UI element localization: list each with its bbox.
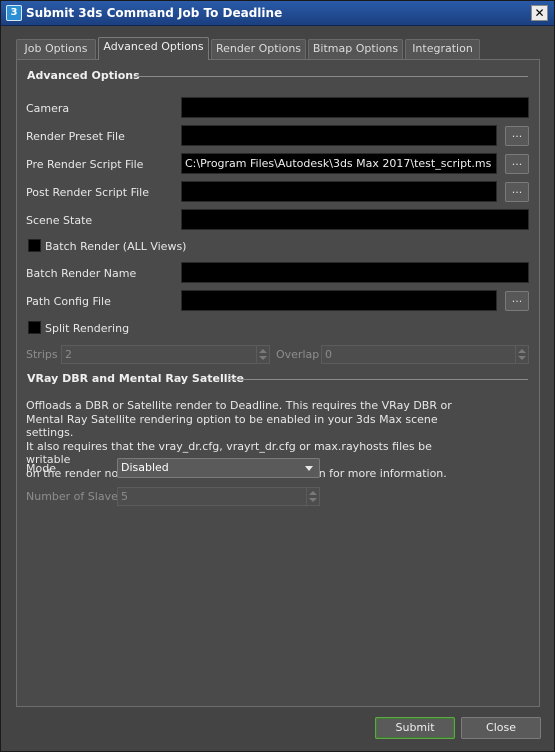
- overlap-spinbox[interactable]: 0: [321, 345, 529, 364]
- pre-render-script-label: Pre Render Script File: [26, 158, 144, 171]
- batch-render-name-field[interactable]: [181, 262, 529, 283]
- overlap-label: Overlap: [276, 348, 320, 361]
- render-preset-field[interactable]: [181, 125, 497, 146]
- scene-state-field[interactable]: [181, 209, 529, 230]
- spin-up-icon: [309, 491, 317, 495]
- tab-render-options[interactable]: Render Options: [211, 39, 306, 59]
- close-button[interactable]: Close: [461, 717, 541, 739]
- post-render-script-label: Post Render Script File: [26, 186, 149, 199]
- strips-value: 2: [65, 348, 72, 361]
- split-rendering-label: Split Rendering: [45, 322, 130, 335]
- render-preset-browse-button[interactable]: ...: [505, 126, 529, 146]
- group-divider: [229, 379, 528, 380]
- pre-render-script-field[interactable]: C:\Program Files\Autodesk\3ds Max 2017\t…: [181, 153, 497, 174]
- window-close-button[interactable]: ✕: [531, 5, 548, 21]
- camera-label: Camera: [26, 102, 70, 115]
- batch-render-name-label: Batch Render Name: [26, 267, 137, 280]
- tab-job-options[interactable]: Job Options: [16, 39, 96, 59]
- spin-down-icon: [259, 356, 267, 360]
- spin-up-icon: [518, 349, 526, 353]
- strips-spinbox[interactable]: 2: [61, 345, 270, 364]
- deadline-submit-window: 3 Submit 3ds Command Job To Deadline ✕ J…: [0, 0, 555, 752]
- description-line: Offloads a DBR or Satellite render to De…: [26, 399, 452, 412]
- 3ds-max-app-icon: 3: [6, 5, 22, 21]
- mode-selected-value: Disabled: [121, 461, 169, 474]
- split-rendering-checkbox[interactable]: [28, 321, 41, 334]
- number-of-slaves-spinbox[interactable]: 5: [117, 487, 320, 506]
- batch-render-checkbox[interactable]: [28, 239, 41, 252]
- chevron-down-icon: [305, 466, 313, 471]
- strips-spin-buttons[interactable]: [256, 346, 269, 363]
- overlap-spin-buttons[interactable]: [515, 346, 528, 363]
- batch-render-label: Batch Render (ALL Views): [45, 240, 187, 253]
- post-render-script-browse-button[interactable]: ...: [505, 182, 529, 202]
- title-bar: 3 Submit 3ds Command Job To Deadline ✕: [1, 1, 554, 26]
- spin-down-icon: [309, 498, 317, 502]
- mode-label: Mode: [26, 462, 56, 475]
- group-divider: [134, 76, 528, 77]
- render-preset-label: Render Preset File: [26, 130, 125, 143]
- advanced-options-heading: Advanced Options: [27, 69, 140, 82]
- camera-field[interactable]: [181, 97, 529, 118]
- spin-down-icon: [518, 356, 526, 360]
- number-of-slaves-spin-buttons[interactable]: [306, 488, 319, 505]
- overlap-value: 0: [325, 348, 332, 361]
- tab-advanced-options[interactable]: Advanced Options: [98, 37, 209, 60]
- mode-dropdown[interactable]: Disabled: [117, 458, 320, 478]
- scene-state-label: Scene State: [26, 214, 93, 227]
- path-config-browse-button[interactable]: ...: [505, 291, 529, 311]
- post-render-script-field[interactable]: [181, 181, 497, 202]
- vray-dbr-heading: VRay DBR and Mental Ray Satellite: [27, 372, 245, 385]
- description-line: Mental Ray Satellite rendering option to…: [26, 412, 438, 440]
- tab-integration[interactable]: Integration: [405, 39, 480, 59]
- number-of-slaves-label: Number of Slaves: [26, 490, 124, 503]
- strips-label: Strips: [26, 348, 58, 361]
- path-config-field[interactable]: [181, 290, 497, 311]
- submit-button[interactable]: Submit: [375, 717, 455, 739]
- path-config-label: Path Config File: [26, 295, 111, 308]
- pre-render-script-browse-button[interactable]: ...: [505, 154, 529, 174]
- number-of-slaves-value: 5: [121, 490, 128, 503]
- window-title: Submit 3ds Command Job To Deadline: [26, 6, 283, 20]
- spin-up-icon: [259, 349, 267, 353]
- tab-bitmap-options[interactable]: Bitmap Options: [308, 39, 403, 59]
